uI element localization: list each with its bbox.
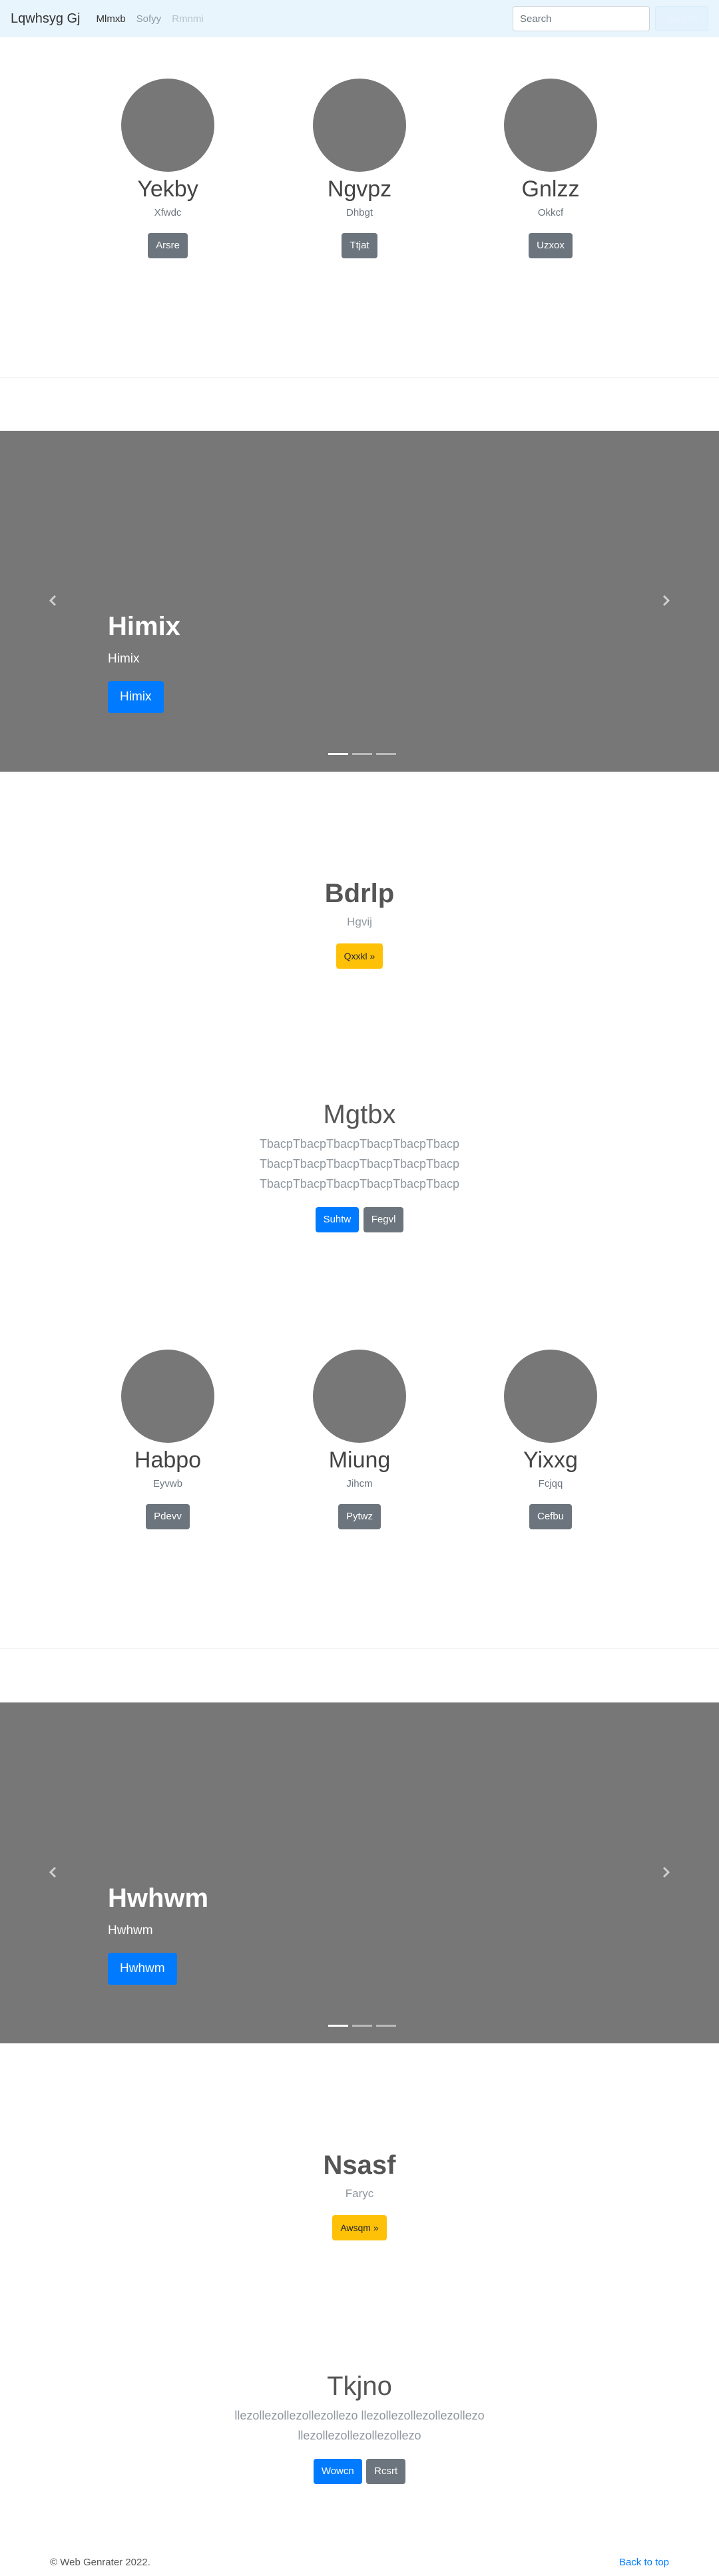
footer-copyright: © Web Genrater 2022. [50,2557,150,2568]
carousel-caption-button[interactable]: Hwhwm [108,1953,177,1985]
lead-text: llezollezollezollezollezo llezollezollez… [0,2406,719,2446]
person-subtitle: Fcjqq [538,1478,563,1490]
brand-logo[interactable]: Lqwhsyg Gj [11,11,81,27]
hero-title: Nsasf [323,2151,396,2180]
lead-section-2: Tkjno llezollezollezollezollezo llezolle… [0,2372,719,2484]
person-subtitle: Jihcm [346,1478,373,1490]
carousel-caption-text: Hwhwm [108,1924,153,1937]
lead-text-line: llezollezollezollezollezo [298,2429,421,2442]
person-card: Yixxg Fcjqq Cefbu [451,1350,650,1530]
lead-title: Mgtbx [323,1100,396,1129]
person-button[interactable]: Ttjat [342,233,377,259]
avatar-placeholder [121,1350,214,1443]
person-name: Habpo [134,1447,202,1473]
hero-section-2: Nsasf Faryc Awsqm » [0,2151,719,2240]
avatar-placeholder [121,79,214,172]
person-name: Yekby [137,176,198,202]
hero-subtitle: Faryc [345,2187,374,2200]
carousel-indicator[interactable] [376,2025,396,2027]
lead-buttons: Suhtw Fegvl [0,1207,719,1232]
nav-link-2[interactable]: Sofyy [136,13,162,25]
carousel-caption-text: Himix [108,652,140,666]
person-name: Miung [328,1447,391,1473]
search-form: Search [513,6,708,31]
person-subtitle: Okkcf [537,207,564,219]
carousel-indicators [326,753,398,755]
search-button[interactable]: Search [655,6,708,31]
person-name: Ngvpz [327,176,392,202]
hero-title: Bdrlp [324,879,395,908]
chevron-left-icon[interactable] [47,594,60,607]
navbar: Lqwhsyg Gj Mlmxb Sofyy Rmnmi Search [0,0,719,37]
person-name: Gnlzz [521,176,580,202]
chevron-left-icon[interactable] [47,1866,60,1879]
lead-text-line: TbacpTbacpTbacpTbacpTbacpTbacp [259,1157,460,1170]
avatar-placeholder [504,79,597,172]
lead-text-line: llezollezollezollezollezo llezollezollez… [234,2409,485,2422]
person-card: Ngvpz Dhbgt Ttjat [260,79,459,259]
person-card: Gnlzz Okkcf Uzxox [451,79,650,259]
carousel-indicator[interactable] [376,753,396,755]
carousel-indicator[interactable] [352,753,372,755]
carousel-caption-title: Himix [108,612,180,641]
person-subtitle: Eyvwb [152,1478,183,1490]
lead-section-1: Mgtbx TbacpTbacpTbacpTbacpTbacpTbacp Tba… [0,1100,719,1232]
nav-link-3[interactable]: Rmnmi [172,13,204,25]
carousel-indicator[interactable] [352,2025,372,2027]
carousel-indicator[interactable] [328,2025,348,2027]
person-button[interactable]: Pdevv [146,1504,190,1530]
lead-title: Tkjno [327,2372,392,2401]
person-button[interactable]: Cefbu [529,1504,573,1530]
carousel-indicators [326,2025,398,2027]
avatar-placeholder [504,1350,597,1443]
carousel-2: Hwhwm Hwhwm Hwhwm [0,1702,719,2043]
avatar-placeholder [313,79,406,172]
person-card: Habpo Eyvwb Pdevv [68,1350,268,1530]
hero-button[interactable]: Awsqm » [332,2215,387,2240]
carousel-caption-title: Hwhwm [108,1884,209,1913]
carousel-1: Himix Himix Himix [0,431,719,772]
person-subtitle: Dhbgt [346,207,373,219]
secondary-button[interactable]: Rcsrt [366,2459,406,2484]
person-subtitle: Xfwdc [154,207,182,219]
secondary-button[interactable]: Fegvl [363,1207,404,1232]
chevron-right-icon[interactable] [659,1866,672,1879]
person-button[interactable]: Uzxox [529,233,573,259]
primary-button[interactable]: Suhtw [315,1207,360,1232]
person-button[interactable]: Pytwz [338,1504,381,1530]
lead-text-line: TbacpTbacpTbacpTbacpTbacpTbacp [259,1177,460,1190]
search-input[interactable] [513,6,650,31]
nav-link-1[interactable]: Mlmxb [97,13,126,25]
person-name: Yixxg [523,1447,578,1473]
back-to-top-link[interactable]: Back to top [619,2557,669,2568]
lead-buttons: Wowcn Rcsrt [0,2459,719,2484]
person-card: Yekby Xfwdc Arsre [68,79,268,259]
footer: © Web Genrater 2022. Back to top [0,2557,719,2573]
lead-text: TbacpTbacpTbacpTbacpTbacpTbacp TbacpTbac… [0,1134,719,1194]
chevron-right-icon[interactable] [659,594,672,607]
avatar-placeholder [313,1350,406,1443]
lead-text-line: TbacpTbacpTbacpTbacpTbacpTbacp [259,1137,460,1151]
carousel-indicator[interactable] [328,753,348,755]
hero-section-1: Bdrlp Hgvij Qxxkl » [0,879,719,969]
carousel-caption-button[interactable]: Himix [108,681,164,713]
primary-button[interactable]: Wowcn [313,2459,362,2484]
person-card: Miung Jihcm Pytwz [260,1350,459,1530]
hero-subtitle: Hgvij [347,915,372,928]
person-button[interactable]: Arsre [148,233,188,259]
hero-button[interactable]: Qxxkl » [336,943,383,969]
